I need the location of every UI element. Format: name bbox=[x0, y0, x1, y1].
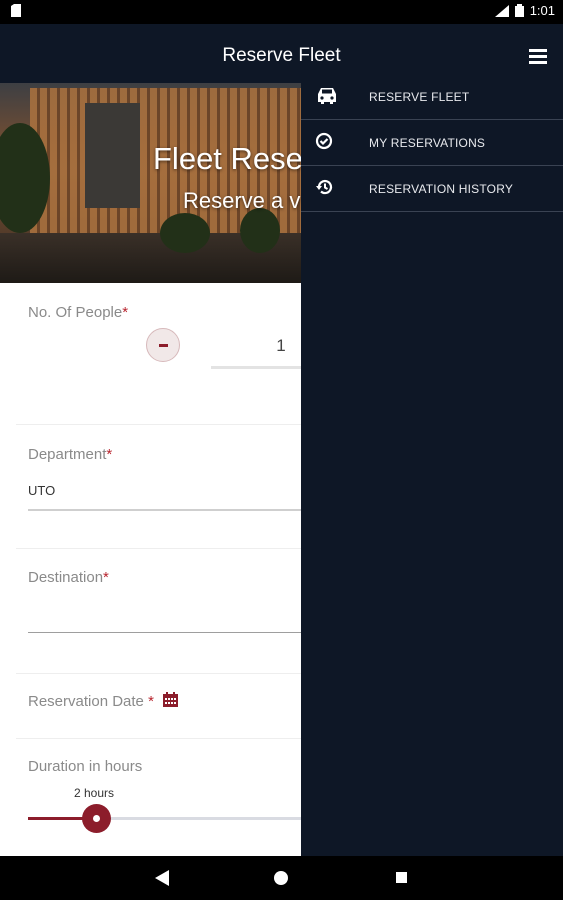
calendar-icon[interactable] bbox=[163, 692, 178, 707]
duration-slider-thumb[interactable] bbox=[82, 804, 111, 833]
system-nav-bar bbox=[0, 856, 563, 900]
signal-icon bbox=[494, 4, 509, 17]
clock: 1:01 bbox=[529, 3, 555, 18]
check-circle-icon bbox=[315, 132, 337, 152]
navigation-drawer: RESERVE FLEET MY RESERVATIONS RESERVATIO… bbox=[301, 74, 563, 856]
drawer-item-label: RESERVATION HISTORY bbox=[369, 182, 514, 196]
battery-icon bbox=[514, 4, 524, 17]
drawer-item-reservation-history[interactable]: RESERVATION HISTORY bbox=[301, 166, 563, 212]
car-icon bbox=[315, 86, 337, 106]
home-icon[interactable] bbox=[274, 871, 288, 885]
reservation-date-label: Reservation Date * bbox=[28, 693, 154, 710]
drawer-item-label: RESERVE FLEET bbox=[369, 90, 470, 104]
duration-label: Duration in hours bbox=[28, 758, 143, 775]
recents-icon[interactable] bbox=[396, 872, 407, 883]
people-label: No. Of People* bbox=[28, 304, 129, 321]
page-title: Reserve Fleet bbox=[222, 45, 341, 66]
menu-icon bbox=[529, 49, 547, 52]
hero-subtitle: Reserve a v bbox=[183, 188, 301, 213]
status-icons: 1:01 bbox=[494, 3, 555, 18]
hero-title: Fleet Rese bbox=[153, 141, 303, 176]
back-icon[interactable] bbox=[155, 870, 169, 886]
duration-value-label: 2 hours bbox=[74, 786, 115, 800]
department-select[interactable]: UTO bbox=[28, 483, 55, 498]
department-label: Department* bbox=[28, 446, 113, 463]
destination-label: Destination* bbox=[28, 569, 109, 586]
notification-icon bbox=[9, 4, 23, 18]
drawer-item-reserve-fleet[interactable]: RESERVE FLEET bbox=[301, 74, 563, 120]
history-icon bbox=[315, 178, 337, 198]
decrement-people-button[interactable] bbox=[146, 328, 180, 362]
menu-button[interactable] bbox=[529, 49, 547, 65]
drawer-item-my-reservations[interactable]: MY RESERVATIONS bbox=[301, 120, 563, 166]
status-bar: 1:01 bbox=[0, 0, 563, 24]
drawer-item-label: MY RESERVATIONS bbox=[369, 136, 486, 150]
